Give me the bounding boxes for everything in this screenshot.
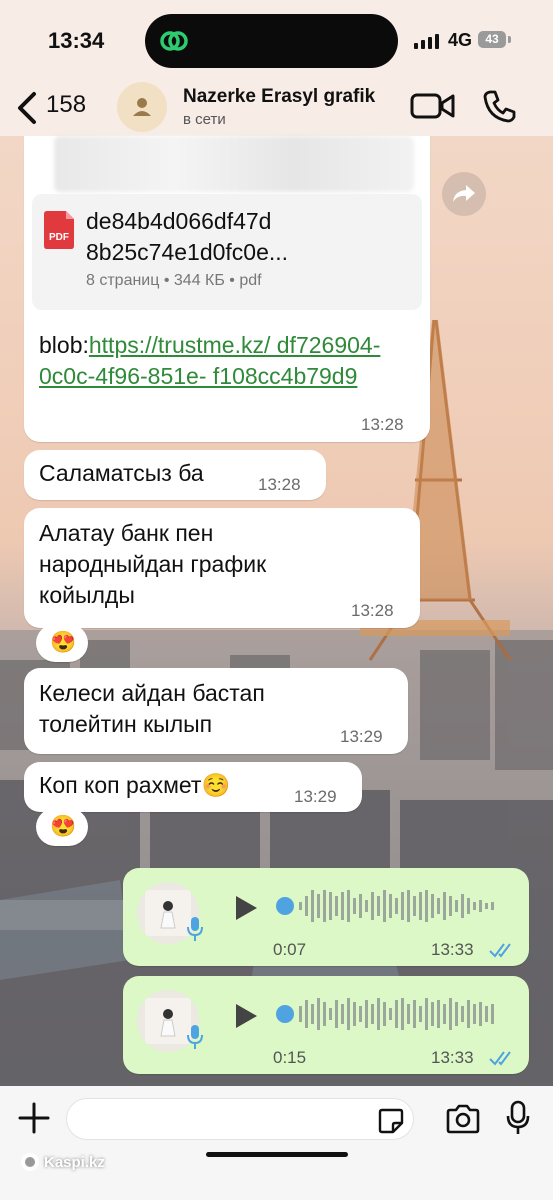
- avatar-icon: [133, 98, 151, 116]
- message-time: 13:33: [431, 1048, 474, 1067]
- message-text: Коп коп рахмет☺️: [39, 772, 231, 798]
- contact-avatar[interactable]: [117, 82, 167, 132]
- status-time: 13:34: [48, 28, 105, 53]
- read-ticks-icon: [489, 943, 511, 958]
- chevron-left-icon[interactable]: [10, 86, 44, 130]
- voice-duration: 0:15: [273, 1048, 307, 1067]
- voice-message[interactable]: 0:15 13:33: [123, 976, 529, 1074]
- dynamic-island: [145, 14, 398, 68]
- pdf-file-name: de84b4d066df47d 8b25c74e1d0fc0e...: [86, 208, 289, 265]
- blurred-preview: [54, 136, 414, 192]
- read-ticks-icon: [489, 1051, 511, 1066]
- network-type: 4G: [448, 30, 473, 50]
- kaspi-watermark: Kaspi.kz: [20, 1152, 105, 1172]
- message-time: 13:28: [258, 475, 301, 494]
- home-indicator: [206, 1152, 348, 1157]
- camera-icon[interactable]: [445, 1104, 481, 1134]
- contact-status: в сети: [183, 111, 226, 128]
- message-time: 13:28: [351, 601, 394, 620]
- message-link[interactable]: https://trustme.kz/ df726904-0c0c-4f96-8…: [39, 332, 380, 389]
- play-icon[interactable]: [233, 1002, 259, 1030]
- message-time: 13:29: [340, 727, 383, 746]
- message-reaction[interactable]: 😍: [36, 624, 88, 662]
- contact-name[interactable]: Nazerke Erasyl grafik: [183, 86, 375, 108]
- message-document[interactable]: PDF de84b4d066df47d 8b25c74e1d0fc0e... 8…: [24, 136, 430, 442]
- signal-icon: [414, 34, 439, 49]
- watermark-text: Kaspi.kz: [44, 1153, 105, 1171]
- message-text: Алатау банк пен народныйдан график койыл…: [39, 520, 267, 608]
- sticker-icon[interactable]: [378, 1108, 404, 1134]
- play-icon[interactable]: [233, 894, 259, 922]
- message-time: 13:29: [294, 787, 337, 806]
- battery-icon: 43: [478, 31, 506, 48]
- pdf-label: PDF: [49, 232, 69, 243]
- message-input[interactable]: [66, 1098, 414, 1140]
- message-time: 13:28: [361, 415, 404, 434]
- link-activity-icon: [160, 31, 188, 51]
- message-bubble[interactable]: Алатау банк пен народныйдан график койыл…: [24, 508, 420, 628]
- pdf-file-meta: 8 страниц • 344 КБ • pdf: [86, 272, 262, 289]
- forward-icon: [453, 185, 475, 202]
- voice-duration: 0:07: [273, 940, 307, 959]
- forward-button[interactable]: [442, 172, 486, 216]
- battery-cap: [508, 36, 511, 43]
- microphone-icon: [187, 1025, 203, 1049]
- message-input-bar: Kaspi.kz: [0, 1086, 553, 1200]
- message-bubble[interactable]: Коп коп рахмет☺️ 13:29: [24, 762, 362, 812]
- pdf-attachment[interactable]: PDF de84b4d066df47d 8b25c74e1d0fc0e... 8…: [32, 194, 422, 310]
- status-bar: 13:34 4G 43: [0, 0, 553, 80]
- microphone-icon: [187, 917, 203, 941]
- kaspi-logo-icon: [21, 1153, 39, 1171]
- heart-eyes-emoji: 😍: [50, 631, 77, 654]
- chat-header: 158 Nazerke Erasyl grafik в сети: [0, 80, 553, 136]
- microphone-icon[interactable]: [506, 1100, 530, 1136]
- blob-prefix: blob:: [39, 332, 89, 358]
- message-text: Келеси айдан бастап толейтин кылып: [39, 680, 265, 737]
- heart-eyes-emoji: 😍: [50, 815, 77, 838]
- back-unread-count[interactable]: 158: [46, 91, 86, 119]
- message-bubble[interactable]: Саламатсыз ба 13:28: [24, 450, 326, 500]
- waveform[interactable]: [275, 994, 515, 1034]
- message-time: 13:33: [431, 940, 474, 959]
- voice-message[interactable]: 0:07 13:33: [123, 868, 529, 966]
- message-text: blob:https://trustme.kz/ df726904-0c0c-4…: [39, 330, 419, 392]
- message-bubble[interactable]: Келеси айдан бастап толейтин кылып 13:29: [24, 668, 408, 754]
- message-text: Саламатсыз ба: [39, 460, 204, 486]
- video-icon[interactable]: [410, 90, 456, 122]
- plus-icon[interactable]: [16, 1100, 52, 1136]
- message-reaction[interactable]: 😍: [36, 808, 88, 846]
- phone-icon[interactable]: [482, 88, 518, 124]
- pdf-file-icon: PDF: [44, 211, 74, 249]
- waveform[interactable]: [275, 886, 515, 926]
